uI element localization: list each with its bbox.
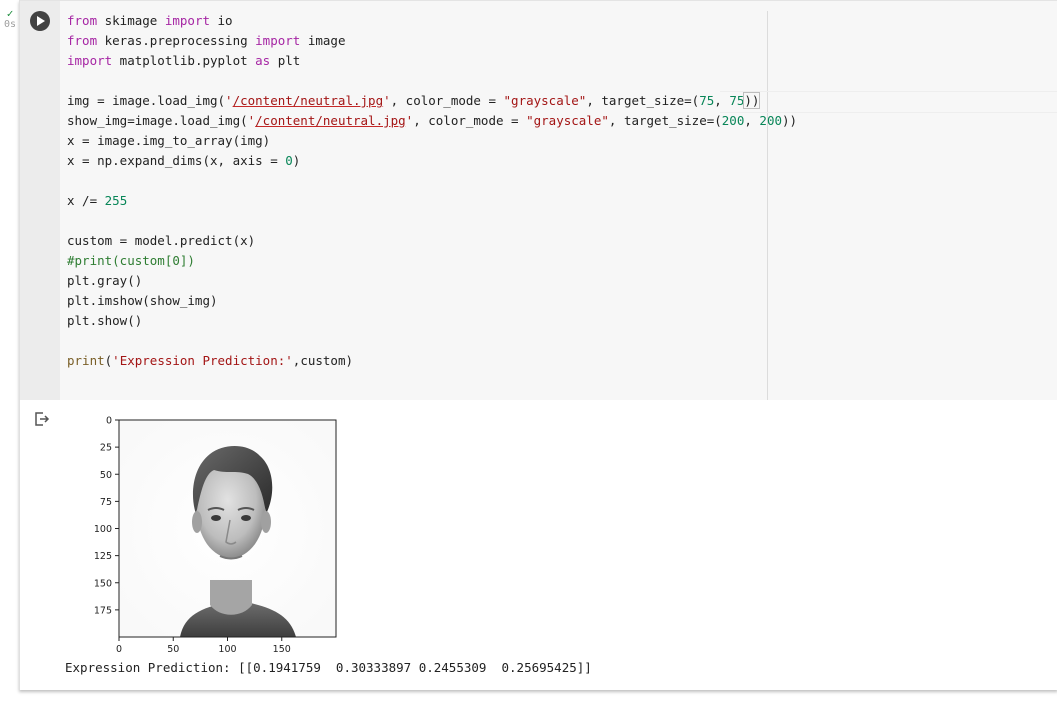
x-tick-label: 150 <box>273 644 291 655</box>
code-line-7: x = image.img_to_array(img) <box>67 133 271 148</box>
y-tick-label: 125 <box>94 551 112 562</box>
cell-status: ✓ 0s <box>0 8 20 31</box>
output-redirect-icon[interactable] <box>34 412 50 426</box>
code-editor[interactable]: from skimage import io from keras.prepro… <box>60 1 1057 401</box>
code-line-3: import matplotlib.pyplot as plt <box>67 53 301 68</box>
x-tick-label: 50 <box>167 644 179 655</box>
y-tick-label: 175 <box>94 605 112 616</box>
code-line-6: show_img=image.load_img('/content/neutra… <box>67 113 798 128</box>
cell-gutter <box>20 1 60 400</box>
code-line-16: plt.show() <box>67 313 143 328</box>
code-line-13-comment: #print(custom[0]) <box>67 253 195 268</box>
run-cell-button[interactable] <box>30 11 50 31</box>
y-tick-label: 0 <box>106 416 112 427</box>
code-cell: from skimage import io from keras.prepro… <box>19 0 1057 690</box>
code-line-5: img = image.load_img('/content/neutral.j… <box>67 92 761 109</box>
code-line-14: plt.gray() <box>67 273 143 288</box>
code-line-2: from keras.preprocessing import image <box>67 33 346 48</box>
code-line-1: from skimage import io <box>67 13 233 28</box>
y-axis-ticks: 0 25 50 75 100 125 150 175 <box>94 416 119 616</box>
code-line-15: plt.imshow(show_img) <box>67 293 218 308</box>
image-plot: 0 50 100 150 0 25 50 75 100 125 150 175 <box>60 410 360 658</box>
code-line-8: x = np.expand_dims(x, axis = 0) <box>67 153 301 168</box>
y-tick-label: 25 <box>100 443 112 454</box>
cell-output: 0 50 100 150 0 25 50 75 100 125 150 175 Expression… <box>20 400 1057 690</box>
success-check-icon: ✓ <box>6 7 14 20</box>
y-tick-label: 150 <box>94 578 112 589</box>
x-tick-label: 100 <box>218 644 236 655</box>
y-tick-label: 75 <box>100 497 112 508</box>
y-tick-label: 100 <box>94 524 112 535</box>
x-tick-label: 0 <box>116 644 122 655</box>
code-line-18: print('Expression Prediction:',custom) <box>67 353 354 368</box>
prediction-output-text: Expression Prediction: [[0.1941759 0.303… <box>65 660 592 675</box>
x-axis-ticks: 0 50 100 150 <box>116 637 291 655</box>
play-icon <box>37 16 45 26</box>
execution-time: 0s <box>3 19 17 30</box>
plot-canvas: 0 50 100 150 0 25 50 75 100 125 150 175 <box>94 416 337 655</box>
code-line-10: x /= 255 <box>67 193 128 208</box>
y-tick-label: 50 <box>100 470 112 481</box>
code-line-12: custom = model.predict(x) <box>67 233 256 248</box>
code-text[interactable]: from skimage import io from keras.prepro… <box>67 11 797 371</box>
